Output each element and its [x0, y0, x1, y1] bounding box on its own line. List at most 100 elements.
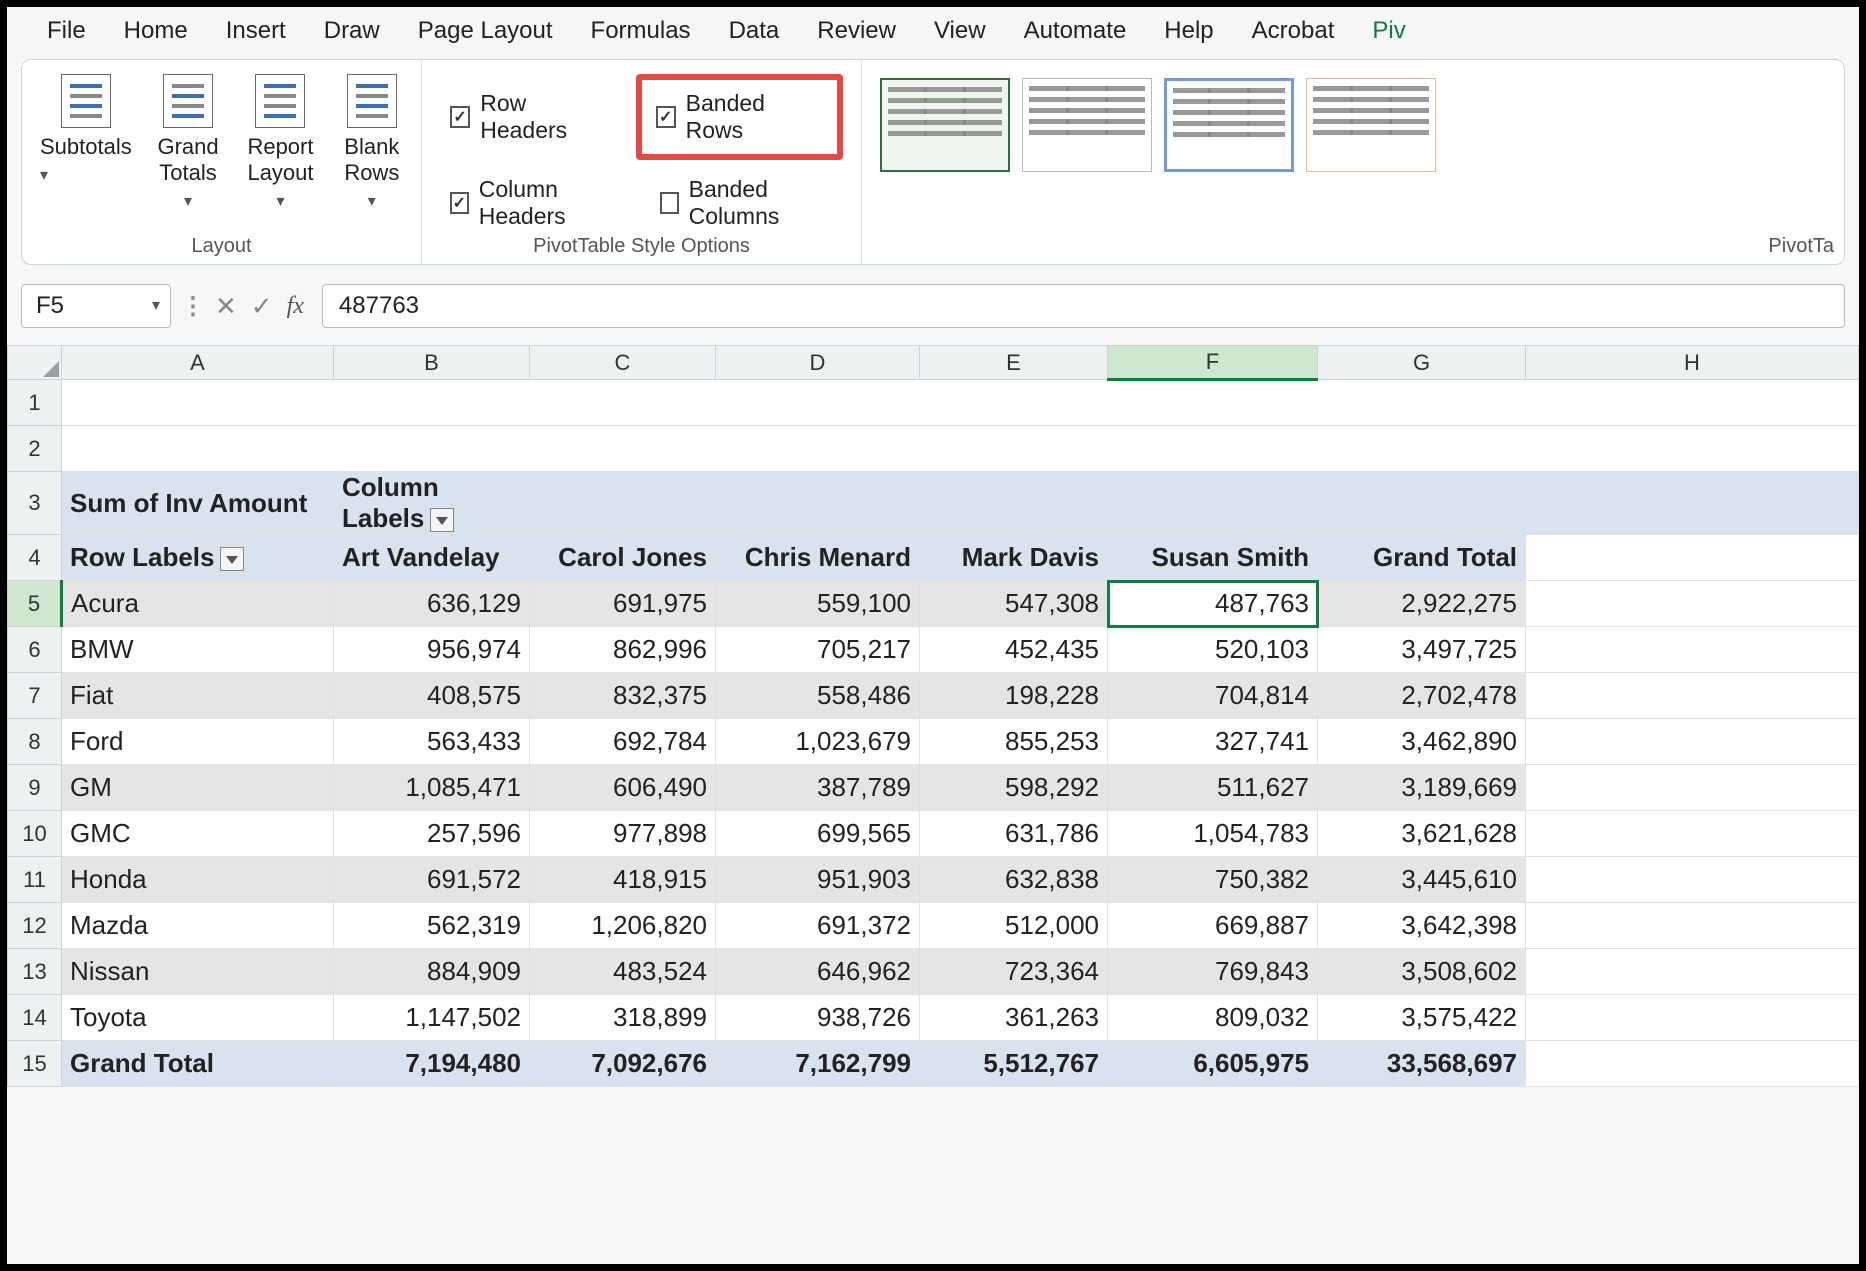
pivot-cell[interactable]: 705,217 — [716, 627, 920, 673]
col-header-G[interactable]: G — [1318, 346, 1526, 380]
pivot-column-labels[interactable]: Column Labels — [334, 472, 530, 535]
pivot-cell[interactable]: 691,975 — [530, 581, 716, 627]
banded-columns-checkbox[interactable]: Banded Columns — [650, 170, 843, 236]
menu-pivot-design[interactable]: Piv — [1372, 17, 1405, 45]
pivot-cell[interactable]: 750,382 — [1108, 857, 1318, 903]
pivot-cell[interactable]: 1,147,502 — [334, 995, 530, 1041]
col-header-B[interactable]: B — [334, 346, 530, 380]
column-headers-checkbox[interactable]: ✓Column Headers — [440, 170, 630, 236]
row-header[interactable]: 15 — [8, 1041, 62, 1087]
pivot-cell[interactable]: 938,726 — [716, 995, 920, 1041]
row-header[interactable]: 13 — [8, 949, 62, 995]
col-header-F[interactable]: F — [1108, 346, 1318, 380]
row-header[interactable]: 12 — [8, 903, 62, 949]
row-header[interactable]: 7 — [8, 673, 62, 719]
pivot-cell[interactable]: 1,085,471 — [334, 765, 530, 811]
pivot-row-label[interactable]: Ford — [62, 719, 334, 765]
pivot-cell[interactable]: 3,497,725 — [1318, 627, 1526, 673]
col-header-D[interactable]: D — [716, 346, 920, 380]
pivot-cell[interactable]: 483,524 — [530, 949, 716, 995]
grand-totals-button[interactable]: Grand Totals ▾ — [156, 68, 221, 212]
pivot-cell[interactable]: 691,372 — [716, 903, 920, 949]
row-header[interactable]: 11 — [8, 857, 62, 903]
subtotals-button[interactable]: Subtotals▾ — [40, 68, 132, 186]
pivot-cell[interactable]: 636,129 — [334, 581, 530, 627]
pivot-cell[interactable]: 3,462,890 — [1318, 719, 1526, 765]
pivot-cell[interactable]: 646,962 — [716, 949, 920, 995]
pivot-cell[interactable]: 387,789 — [716, 765, 920, 811]
row-header[interactable]: 6 — [8, 627, 62, 673]
row-header[interactable]: 8 — [8, 719, 62, 765]
pivot-row-label[interactable]: Acura — [62, 581, 334, 627]
row-header[interactable]: 10 — [8, 811, 62, 857]
menu-view[interactable]: View — [934, 17, 986, 45]
banded-rows-checkbox[interactable]: ✓Banded Rows — [646, 84, 823, 150]
fx-icon[interactable]: fx — [287, 293, 304, 320]
pivot-cell[interactable]: 408,575 — [334, 673, 530, 719]
row-headers-checkbox[interactable]: ✓Row Headers — [440, 74, 616, 160]
pivot-cell[interactable]: 862,996 — [530, 627, 716, 673]
pivot-cell[interactable]: 977,898 — [530, 811, 716, 857]
row-header[interactable]: 1 — [8, 380, 62, 426]
menu-review[interactable]: Review — [817, 17, 896, 45]
pivot-cell[interactable]: 669,887 — [1108, 903, 1318, 949]
pivot-cell[interactable]: 1,023,679 — [716, 719, 920, 765]
row-header[interactable]: 14 — [8, 995, 62, 1041]
menu-insert[interactable]: Insert — [226, 17, 286, 45]
menu-automate[interactable]: Automate — [1024, 17, 1127, 45]
pivot-cell[interactable]: 606,490 — [530, 765, 716, 811]
pivot-row-labels[interactable]: Row Labels — [62, 535, 334, 581]
pivot-row-label[interactable]: Nissan — [62, 949, 334, 995]
pivot-cell[interactable]: 699,565 — [716, 811, 920, 857]
pivot-cell[interactable]: 951,903 — [716, 857, 920, 903]
blank-rows-button[interactable]: Blank Rows ▾ — [341, 68, 403, 212]
pivot-col-header[interactable]: Carol Jones — [530, 535, 716, 581]
pivot-cell[interactable]: 3,642,398 — [1318, 903, 1526, 949]
pivot-cell[interactable]: 559,100 — [716, 581, 920, 627]
pivot-cell[interactable]: 318,899 — [530, 995, 716, 1041]
menu-draw[interactable]: Draw — [324, 17, 380, 45]
pivot-col-header[interactable]: Art Vandelay — [334, 535, 530, 581]
pivot-cell[interactable]: 1,206,820 — [530, 903, 716, 949]
pivot-cell[interactable]: 487,763 — [1108, 581, 1318, 627]
pivot-row-label[interactable]: Honda — [62, 857, 334, 903]
menu-file[interactable]: File — [47, 17, 86, 45]
pivot-cell[interactable]: 198,228 — [920, 673, 1108, 719]
grand-total-cell[interactable]: 6,605,975 — [1108, 1041, 1318, 1087]
pivot-row-label[interactable]: Toyota — [62, 995, 334, 1041]
enter-icon[interactable]: ✓ — [251, 291, 273, 322]
pivot-cell[interactable]: 547,308 — [920, 581, 1108, 627]
pivot-cell[interactable]: 3,621,628 — [1318, 811, 1526, 857]
pivot-cell[interactable]: 418,915 — [530, 857, 716, 903]
grand-total-cell[interactable]: 7,194,480 — [334, 1041, 530, 1087]
pivot-cell[interactable]: 520,103 — [1108, 627, 1318, 673]
grand-total-cell[interactable]: 33,568,697 — [1318, 1041, 1526, 1087]
menu-home[interactable]: Home — [124, 17, 188, 45]
pivot-cell[interactable]: 511,627 — [1108, 765, 1318, 811]
grand-total-cell[interactable]: 7,092,676 — [530, 1041, 716, 1087]
pivot-cell[interactable]: 956,974 — [334, 627, 530, 673]
report-layout-button[interactable]: Report Layout ▾ — [244, 68, 316, 212]
pivot-cell[interactable]: 512,000 — [920, 903, 1108, 949]
row-header[interactable]: 3 — [8, 472, 62, 535]
pivot-cell[interactable]: 2,702,478 — [1318, 673, 1526, 719]
menu-page-layout[interactable]: Page Layout — [418, 17, 553, 45]
pivot-measure-label[interactable]: Sum of Inv Amount — [62, 472, 334, 535]
menu-formulas[interactable]: Formulas — [591, 17, 691, 45]
formula-input[interactable]: 487763 — [322, 284, 1845, 328]
spreadsheet-grid[interactable]: A B C D E F G H 1 2 3 Sum of Inv Amount … — [7, 345, 1859, 1087]
pivot-cell[interactable]: 1,054,783 — [1108, 811, 1318, 857]
pivot-cell[interactable]: 691,572 — [334, 857, 530, 903]
style-thumb-2[interactable] — [1022, 78, 1152, 172]
row-header[interactable]: 9 — [8, 765, 62, 811]
pivot-cell[interactable]: 3,189,669 — [1318, 765, 1526, 811]
grand-total-cell[interactable]: 5,512,767 — [920, 1041, 1108, 1087]
style-thumb-4[interactable] — [1306, 78, 1436, 172]
row-header[interactable]: 4 — [8, 535, 62, 581]
menu-data[interactable]: Data — [729, 17, 780, 45]
pivot-col-header[interactable]: Mark Davis — [920, 535, 1108, 581]
pivot-cell[interactable]: 723,364 — [920, 949, 1108, 995]
col-header-H[interactable]: H — [1526, 346, 1859, 380]
col-header-C[interactable]: C — [530, 346, 716, 380]
pivot-cell[interactable]: 327,741 — [1108, 719, 1318, 765]
